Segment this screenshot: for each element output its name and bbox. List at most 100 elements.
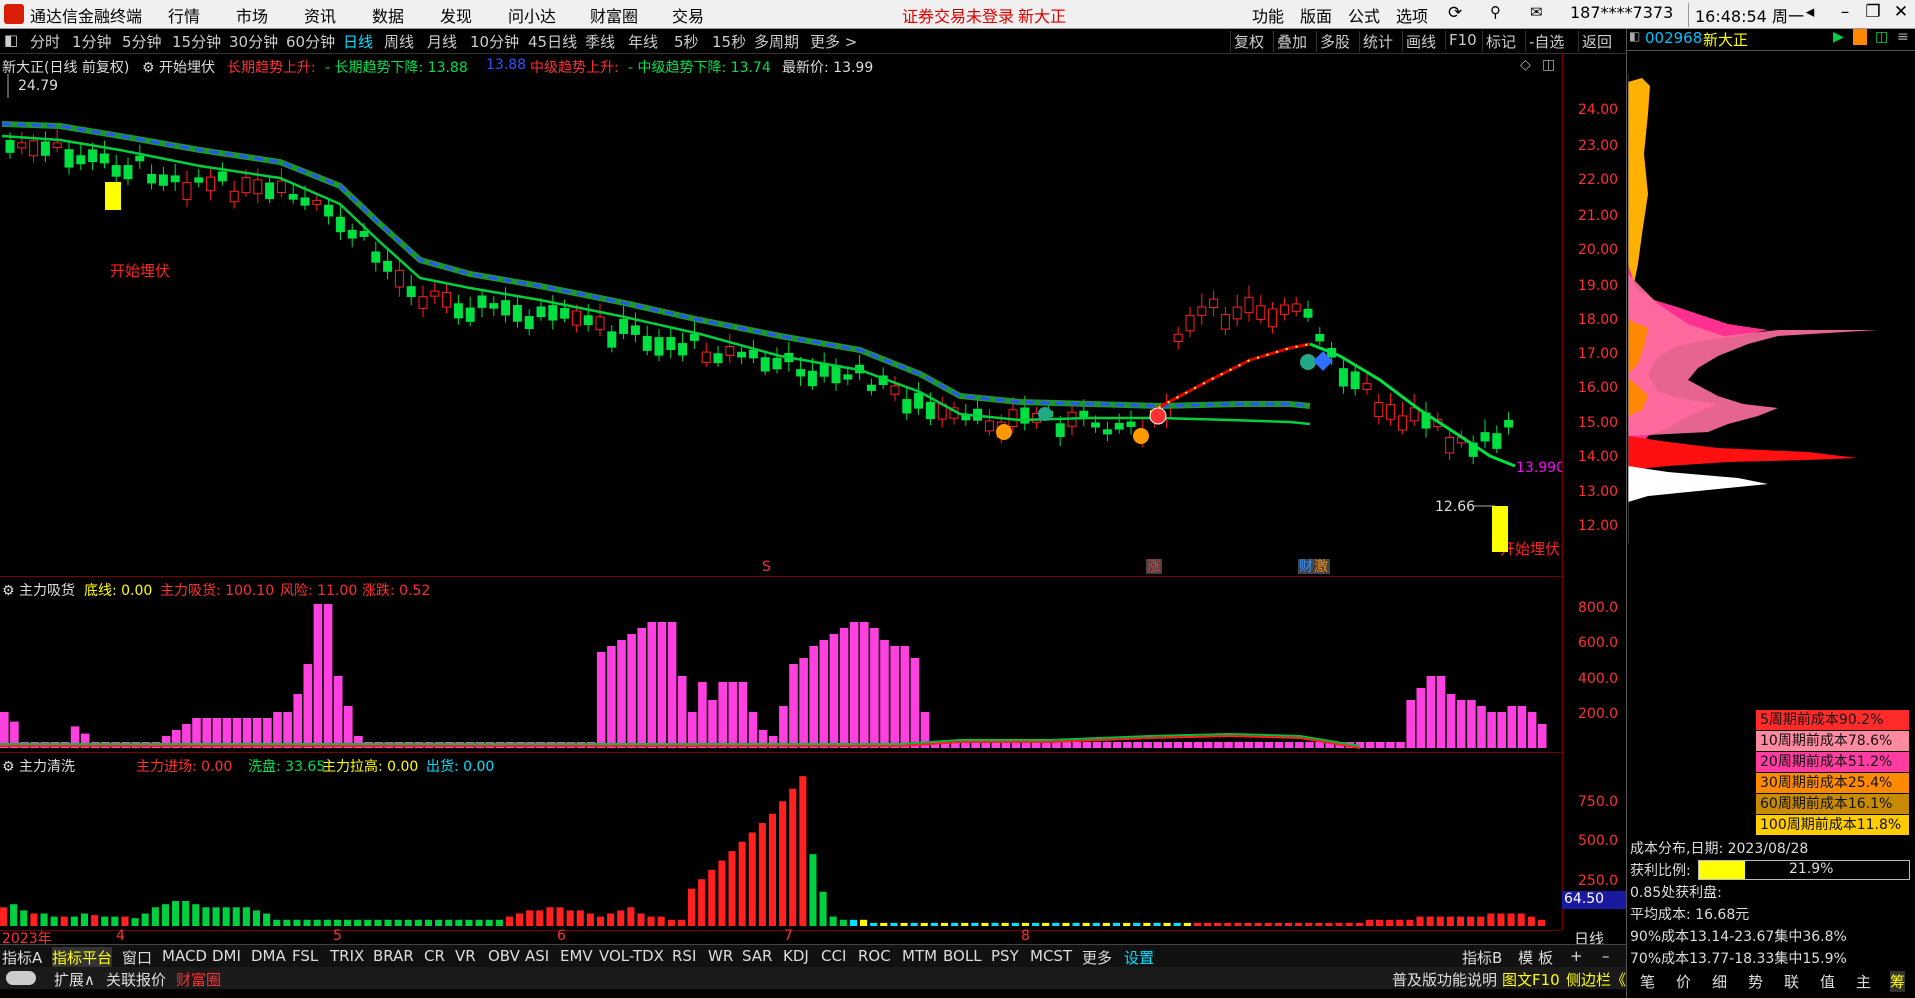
candle[interactable] [29, 140, 39, 157]
zoom-in-icon[interactable]: + [1570, 947, 1583, 965]
wealth-circle-button[interactable]: 财富圈 [176, 969, 221, 990]
accumulation-histogram[interactable] [0, 598, 1562, 750]
tab-obv[interactable]: OBV [488, 947, 520, 965]
tab-cr[interactable]: CR [424, 947, 445, 965]
panel-divider[interactable] [0, 752, 1562, 753]
period-tab[interactable]: 30分钟 [229, 31, 278, 52]
menu-item-trade[interactable]: 交易 [672, 3, 704, 27]
candle[interactable] [831, 364, 841, 384]
tab-dmi[interactable]: DMI [212, 947, 241, 965]
tab-settings[interactable]: 设置 [1124, 947, 1154, 968]
candle[interactable] [371, 251, 381, 263]
user-icon[interactable]: ⚲ [1490, 3, 1501, 21]
tab-emv[interactable]: EMV [560, 947, 593, 965]
candle[interactable] [1232, 306, 1242, 320]
tab-sar[interactable]: SAR [742, 947, 772, 965]
candle[interactable] [1386, 404, 1396, 420]
event-marker[interactable]: S [762, 559, 771, 574]
menu-item-market[interactable]: 市场 [236, 3, 268, 27]
event-marker[interactable]: 涨 [1147, 559, 1161, 574]
candle[interactable] [1409, 407, 1419, 422]
login-notice[interactable]: 证券交易未登录 [902, 3, 1014, 27]
candle[interactable] [737, 351, 747, 358]
tab-fsl[interactable]: FSL [292, 947, 318, 965]
period-tab[interactable]: 10分钟 [470, 31, 519, 52]
btn-overlay[interactable]: 叠加 [1273, 31, 1310, 52]
tab-rsi[interactable]: RSI [672, 947, 696, 965]
candle[interactable] [253, 179, 263, 195]
candle[interactable] [512, 305, 522, 322]
tab-indicator-platform[interactable]: 指标平台 [52, 947, 113, 968]
candle[interactable] [1350, 371, 1360, 390]
candle[interactable] [300, 197, 310, 206]
period-tab[interactable]: 月线 [427, 31, 457, 52]
candle[interactable] [619, 318, 629, 334]
tab-trix[interactable]: TRIX [330, 947, 364, 965]
close-icon[interactable]: ✕ [1886, 2, 1915, 24]
panel-layout-icon[interactable]: ◫ [1542, 57, 1555, 73]
candle[interactable] [288, 193, 298, 200]
candle[interactable] [1303, 308, 1313, 318]
candle[interactable] [630, 325, 640, 335]
menu-item-quotes[interactable]: 行情 [168, 3, 200, 27]
side-tab[interactable]: 主 [1856, 971, 1871, 992]
candle[interactable] [961, 415, 971, 421]
candle[interactable] [1197, 306, 1207, 316]
period-tab[interactable]: 1分钟 [72, 31, 112, 52]
candle[interactable] [64, 149, 74, 168]
period-tab[interactable]: 15分钟 [172, 31, 221, 52]
chip-tool-icon[interactable]: ▶ [1833, 29, 1844, 45]
period-tab[interactable]: 分时 [30, 31, 60, 52]
candle[interactable] [819, 363, 829, 377]
candle[interactable] [524, 316, 534, 330]
candle[interactable] [760, 357, 770, 372]
event-marker[interactable]: 财 [1299, 559, 1313, 574]
restore-icon[interactable]: ❐ [1858, 2, 1888, 24]
tab-wr[interactable]: WR [708, 947, 733, 965]
zoom-out-icon[interactable]: – [1602, 947, 1610, 965]
candle[interactable] [560, 307, 570, 319]
candle[interactable] [607, 331, 617, 348]
candle[interactable] [206, 176, 216, 192]
candle[interactable] [394, 269, 404, 288]
refresh-icon[interactable]: ⟳ [1448, 3, 1462, 23]
chip-tool-icon[interactable]: ◫ [1875, 29, 1888, 45]
tab-asi[interactable]: ASI [525, 947, 549, 965]
candle[interactable] [453, 303, 463, 319]
toggle-switch[interactable] [6, 971, 36, 985]
panel-divider[interactable] [0, 576, 1562, 577]
candle[interactable] [1244, 296, 1254, 314]
tab-indicator-b[interactable]: 指标B [1462, 947, 1502, 968]
btn-draw[interactable]: 画线 [1402, 31, 1439, 52]
chip-tool-icon[interactable] [1853, 29, 1867, 45]
menu-item-formula[interactable]: 公式 [1348, 3, 1380, 27]
phone-number[interactable]: 187****7373 [1570, 3, 1673, 22]
candle[interactable] [17, 142, 27, 149]
candle[interactable] [265, 182, 275, 200]
candle[interactable] [595, 316, 605, 331]
period-tab[interactable]: 5秒 [674, 31, 699, 52]
btn-mark[interactable]: 标记 [1482, 31, 1519, 52]
btn-multi[interactable]: 多股 [1316, 31, 1353, 52]
candle[interactable] [276, 180, 286, 194]
period-tab[interactable]: 周线 [384, 31, 414, 52]
menu-item-wealth[interactable]: 财富圈 [590, 3, 638, 27]
related-quotes-button[interactable]: 关联报价 [106, 969, 166, 990]
candle[interactable] [1397, 415, 1407, 431]
btn-adjust[interactable]: 复权 [1230, 31, 1267, 52]
mail-icon[interactable]: ✉ [1530, 3, 1543, 21]
candle[interactable] [1445, 437, 1455, 454]
settings-icon[interactable]: ⚙ [2, 583, 15, 599]
candle[interactable] [866, 384, 876, 391]
tab-brar[interactable]: BRAR [373, 947, 414, 965]
candle[interactable] [430, 290, 440, 297]
diamond-icon[interactable]: ◇ [1520, 57, 1531, 73]
candle[interactable] [642, 335, 652, 351]
period-tab[interactable]: 5分钟 [122, 31, 162, 52]
candle[interactable] [807, 370, 817, 387]
btn-stats[interactable]: 统计 [1359, 31, 1396, 52]
candle[interactable] [229, 190, 239, 203]
candle[interactable] [5, 140, 15, 153]
candle[interactable] [158, 174, 168, 186]
buy-marker-icon[interactable] [1133, 428, 1149, 444]
